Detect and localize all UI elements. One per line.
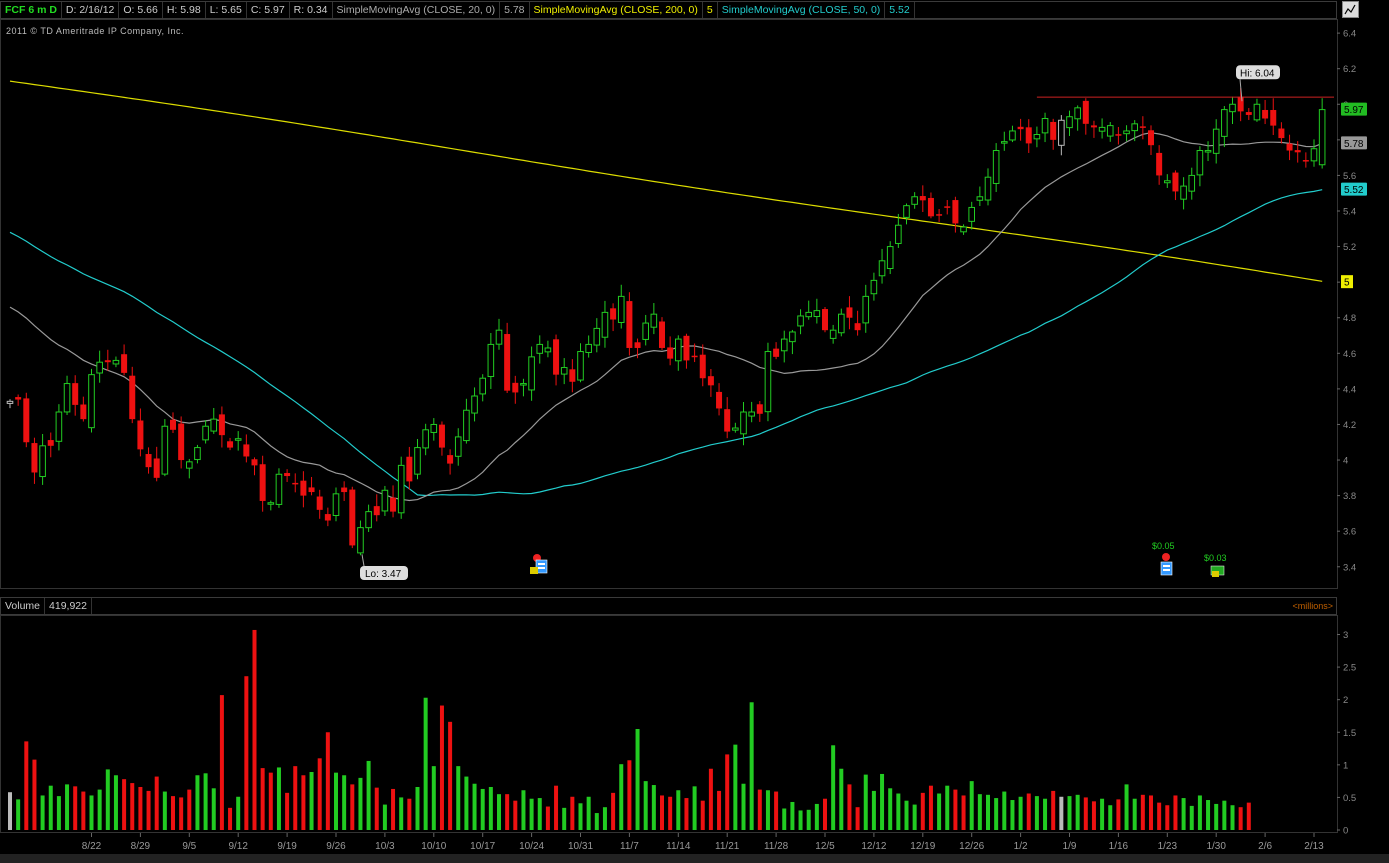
price-tick-label: 5.8 bbox=[1343, 135, 1356, 146]
date-tick-label: 1/9 bbox=[1063, 841, 1077, 852]
close-badge-text: 5.97 bbox=[1344, 105, 1364, 116]
volume-tick-label: 0 bbox=[1343, 826, 1348, 837]
date-tick-label: 9/5 bbox=[182, 841, 196, 852]
sma200-badge-text: 5 bbox=[1344, 278, 1350, 289]
copyright-text: 2011 © TD Ameritrade IP Company, Inc. bbox=[6, 26, 185, 36]
date-tick-label: 1/2 bbox=[1014, 841, 1028, 852]
date-tick-label: 11/7 bbox=[620, 841, 639, 852]
volume-tick-label: 1.5 bbox=[1343, 728, 1356, 739]
close-badge bbox=[1341, 102, 1367, 116]
date-tick-label: 12/26 bbox=[959, 841, 984, 852]
date-tick-label: 11/28 bbox=[764, 841, 789, 852]
sma20-badge-text: 5.78 bbox=[1344, 139, 1364, 150]
price-tick-label: 6.4 bbox=[1343, 29, 1356, 40]
sma200-label[interactable]: SimpleMovingAvg (CLOSE, 200, 0) bbox=[530, 2, 703, 18]
symbol-label[interactable]: FCF 6 m D bbox=[1, 2, 62, 18]
date-tick-label: 9/26 bbox=[326, 841, 346, 852]
sma20-label[interactable]: SimpleMovingAvg (CLOSE, 20, 0) bbox=[333, 2, 501, 18]
date-tick-label: 2/6 bbox=[1258, 841, 1272, 852]
price-panel[interactable] bbox=[0, 19, 1338, 589]
date-tick-label: 9/12 bbox=[228, 841, 248, 852]
date-tick-label: 10/3 bbox=[375, 841, 395, 852]
open-readout: O: 5.66 bbox=[119, 2, 163, 18]
price-tick-label: 3.4 bbox=[1343, 562, 1356, 573]
volume-tick-label: 2 bbox=[1343, 695, 1348, 706]
volume-header: Volume 419,922 bbox=[0, 597, 1337, 615]
price-tick-label: 5.2 bbox=[1343, 242, 1356, 253]
volume-tick-label: 0.5 bbox=[1343, 793, 1356, 804]
date-tick-label: 10/17 bbox=[470, 841, 495, 852]
sma200-value: 5 bbox=[703, 2, 718, 18]
date-readout: D: 2/16/12 bbox=[62, 2, 120, 18]
sma20-badge bbox=[1341, 136, 1367, 150]
price-tick-label: 6 bbox=[1343, 100, 1348, 111]
low-readout: L: 5.65 bbox=[206, 2, 247, 18]
volume-tick-label: 2.5 bbox=[1343, 663, 1356, 674]
date-tick-label: 1/23 bbox=[1158, 841, 1178, 852]
horizontal-scrollbar[interactable] bbox=[0, 854, 1389, 863]
date-tick-label: 2/13 bbox=[1304, 841, 1324, 852]
volume-value: 419,922 bbox=[45, 598, 92, 614]
price-tick-label: 4 bbox=[1343, 456, 1348, 467]
range-readout: R: 0.34 bbox=[290, 2, 333, 18]
price-tick-label: 4.4 bbox=[1343, 384, 1356, 395]
date-tick-label: 10/24 bbox=[519, 841, 544, 852]
price-tick-label: 4.8 bbox=[1343, 313, 1356, 324]
date-tick-label: 1/16 bbox=[1109, 841, 1129, 852]
price-tick-label: 5 bbox=[1343, 278, 1348, 289]
price-tick-label: 6.2 bbox=[1343, 64, 1356, 75]
price-tick-label: 4.2 bbox=[1343, 420, 1356, 431]
price-tick-label: 5.4 bbox=[1343, 207, 1356, 218]
high-readout: H: 5.98 bbox=[163, 2, 206, 18]
price-tick-label: 4.6 bbox=[1343, 349, 1356, 360]
volume-tick-label: 3 bbox=[1343, 630, 1348, 641]
date-tick-label: 11/14 bbox=[666, 841, 691, 852]
sma50-label[interactable]: SimpleMovingAvg (CLOSE, 50, 0) bbox=[718, 2, 886, 18]
date-tick-label: 12/19 bbox=[910, 841, 935, 852]
date-tick-label: 8/22 bbox=[82, 841, 102, 852]
close-readout: C: 5.97 bbox=[247, 2, 290, 18]
price-tick-label: 3.6 bbox=[1343, 527, 1356, 538]
volume-tick-label: 1 bbox=[1343, 760, 1348, 771]
date-tick-label: 11/21 bbox=[715, 841, 740, 852]
volume-label[interactable]: Volume bbox=[1, 598, 46, 614]
chart-header: FCF 6 m D D: 2/16/12 O: 5.66 H: 5.98 L: … bbox=[0, 1, 1337, 19]
mini-chart-icon bbox=[1344, 4, 1356, 15]
sma200-badge bbox=[1341, 275, 1353, 289]
sma50-badge-text: 5.52 bbox=[1344, 185, 1364, 196]
date-tick-label: 1/30 bbox=[1206, 841, 1226, 852]
volume-units: <millions> bbox=[1292, 601, 1333, 611]
date-tick-label: 10/10 bbox=[421, 841, 446, 852]
sma50-badge bbox=[1341, 182, 1367, 196]
price-tick-label: 5.6 bbox=[1343, 171, 1356, 182]
price-tick-label: 3.8 bbox=[1343, 491, 1356, 502]
date-tick-label: 12/5 bbox=[815, 841, 835, 852]
sma20-value: 5.78 bbox=[500, 2, 530, 18]
chart-settings-button[interactable] bbox=[1342, 1, 1359, 18]
sma50-value: 5.52 bbox=[885, 2, 915, 18]
date-tick-label: 12/12 bbox=[861, 841, 886, 852]
date-tick-label: 8/29 bbox=[131, 841, 151, 852]
date-tick-label: 10/31 bbox=[568, 841, 593, 852]
volume-panel[interactable] bbox=[0, 615, 1338, 833]
date-tick-label: 9/19 bbox=[277, 841, 297, 852]
